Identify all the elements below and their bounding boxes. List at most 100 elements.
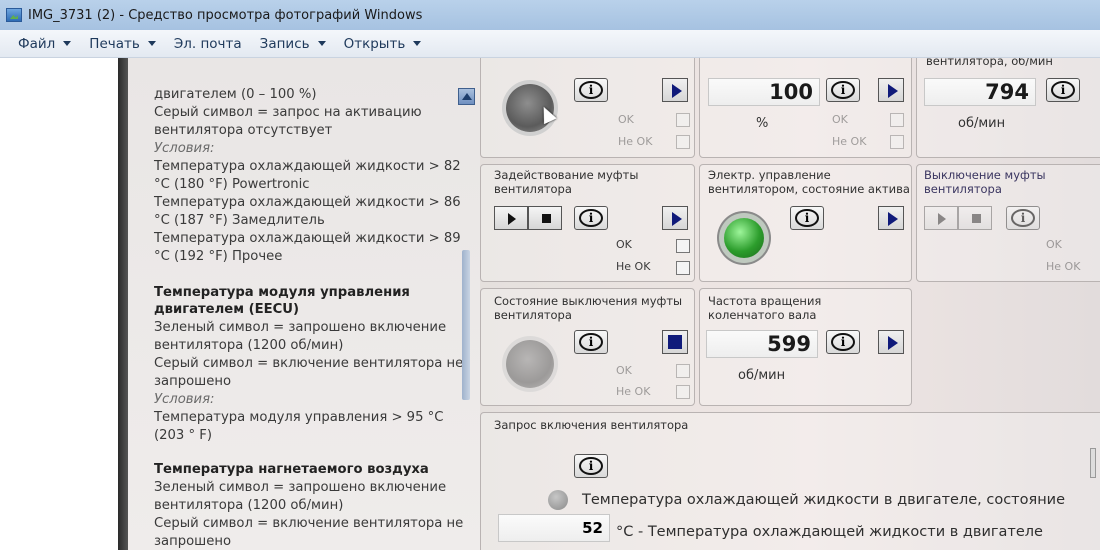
not-ok-label: Не OK (1046, 260, 1081, 273)
help-line: вентилятора (1200 об/мин) (154, 498, 344, 513)
play-button[interactable] (662, 78, 688, 102)
help-line: Температура охлаждающей жидкости > 86 (154, 195, 461, 210)
chevron-down-icon (413, 41, 422, 46)
window-title: IMG_3731 (2) - Средство просмотра фотогр… (28, 7, 423, 23)
help-line: °C (192 °F) Прочее (154, 249, 283, 264)
ok-checkbox[interactable] (676, 364, 690, 378)
help-line: Зеленый символ = запрошено включение (154, 480, 447, 495)
scroll-thumb[interactable] (462, 250, 470, 400)
info-icon: i (831, 333, 855, 351)
chevron-down-icon (147, 41, 156, 46)
not-ok-checkbox[interactable] (890, 135, 904, 149)
scroll-up-arrow-icon[interactable] (458, 88, 475, 105)
play-button[interactable] (662, 206, 688, 230)
help-scrollbar[interactable] (458, 80, 478, 400)
info-button[interactable]: i (1046, 78, 1080, 102)
ok-label: OK (1046, 238, 1062, 251)
coolant-state-lamp (548, 490, 568, 510)
info-icon: i (831, 81, 855, 99)
start-button[interactable] (924, 206, 958, 230)
clutch-engage-title: Задействование муфты вентилятора (494, 168, 639, 196)
play-button[interactable] (878, 78, 904, 102)
ok-label: OK (616, 364, 632, 377)
clutch-off-controls (924, 206, 992, 230)
crank-speed-unit: об/мин (738, 368, 786, 383)
help-line: °C (180 °F) Powertronic (154, 177, 310, 192)
help-line: Серый символ = запрос на активацию (154, 105, 422, 120)
not-ok-checkbox[interactable] (676, 135, 690, 149)
coolant-state-label: Температура охлаждающей жидкости в двига… (582, 492, 1066, 508)
menu-open[interactable]: Открыть (344, 36, 422, 52)
not-ok-label: Не OK (832, 135, 867, 148)
coolant-temp-value: 52 (498, 514, 610, 542)
info-button[interactable]: i (1006, 206, 1040, 230)
info-icon: i (1011, 209, 1035, 227)
coolant-temp-label: °C - Температура охлаждающей жидкости в … (616, 524, 1043, 540)
clutch-off-state-title: Состояние выключения муфты вентилятора (494, 294, 683, 322)
info-button[interactable]: i (790, 206, 824, 230)
ok-checkbox[interactable] (676, 113, 690, 127)
not-ok-label: Не OK (616, 385, 651, 398)
not-ok-label: Не OK (618, 135, 653, 148)
help-heading: Температура модуля управления (154, 285, 410, 300)
info-button[interactable]: i (574, 454, 608, 478)
help-line: Температура модуля управления > 95 °C (154, 410, 444, 425)
fan-rpm-box (916, 58, 1100, 158)
help-line: запрошено (154, 534, 232, 549)
ok-checkbox[interactable] (676, 239, 690, 253)
play-button[interactable] (878, 330, 904, 354)
ok-label: OK (618, 113, 634, 126)
help-line: °C (187 °F) Замедлитель (154, 213, 325, 228)
help-heading: Температура нагнетаемого воздуха (154, 462, 429, 477)
help-line: Условия: (154, 141, 215, 156)
info-icon: i (579, 81, 603, 99)
help-text-panel: двигателем (0 – 100 %) Серый символ = за… (128, 58, 480, 550)
help-heading: двигателем (EECU) (154, 302, 300, 317)
info-button[interactable]: i (574, 330, 608, 354)
info-button[interactable]: i (826, 78, 860, 102)
help-line: двигателем (0 – 100 %) (154, 87, 317, 102)
photo-viewer-icon (6, 8, 22, 22)
panel-edge-control (1090, 448, 1096, 478)
info-icon: i (1051, 81, 1075, 99)
play-button[interactable] (878, 206, 904, 230)
photographed-screen: двигателем (0 – 100 %) Серый символ = за… (128, 58, 1100, 550)
stop-button[interactable] (662, 330, 688, 354)
not-ok-checkbox[interactable] (676, 261, 690, 275)
fan-rpm-value: 794 (924, 78, 1036, 106)
electric-control-lamp (724, 218, 764, 258)
info-button[interactable]: i (826, 330, 860, 354)
menu-email-label: Эл. почта (173, 35, 242, 52)
ok-checkbox[interactable] (890, 113, 904, 127)
help-line: Условия: (154, 392, 215, 407)
info-icon: i (579, 457, 603, 475)
help-line: Серый символ = включение вентилятора не (154, 356, 464, 371)
stop-button[interactable] (528, 206, 562, 230)
help-line: Температура охлаждающей жидкости > 89 (154, 231, 461, 246)
menu-print[interactable]: Печать (89, 36, 156, 52)
electric-control-title: Электр. управление вентилятором, состоян… (708, 168, 910, 196)
menu-burn[interactable]: Запись (260, 36, 326, 52)
clutch-off-title: Выключение муфты вентилятора (924, 168, 1046, 196)
menu-file[interactable]: Файл (18, 36, 72, 52)
not-ok-checkbox[interactable] (676, 385, 690, 399)
crank-speed-value: 599 (706, 330, 818, 358)
help-line: вентилятора (1200 об/мин) (154, 338, 344, 353)
laptop-bezel (118, 58, 128, 550)
menu-email[interactable]: Эл. почта (174, 36, 242, 52)
info-button[interactable]: i (574, 206, 608, 230)
fan-request-title: Запрос включения вентилятора (494, 418, 689, 432)
chevron-down-icon (63, 41, 72, 46)
chevron-down-icon (317, 41, 326, 46)
fan-rpm-title: вентилятора, об/мин (926, 58, 1053, 68)
info-button[interactable]: i (574, 78, 608, 102)
menu-open-label: Открыть (343, 35, 406, 52)
help-line: (203 ° F) (154, 428, 213, 443)
menu-bar: Файл Печать Эл. почта Запись Открыть (0, 30, 1100, 58)
help-line: Зеленый символ = запрошено включение (154, 320, 447, 335)
stop-button[interactable] (958, 206, 992, 230)
fan-rpm-unit: об/мин (958, 116, 1006, 131)
info-icon: i (579, 333, 603, 351)
clutch-off-state-lamp (506, 340, 554, 388)
start-button[interactable] (494, 206, 528, 230)
